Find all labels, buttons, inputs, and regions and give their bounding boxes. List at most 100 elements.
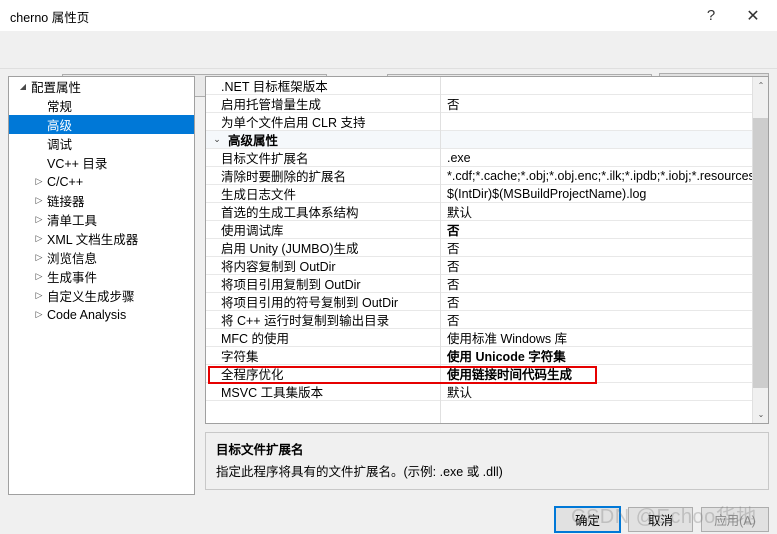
property-value-cell[interactable]: 否: [440, 293, 753, 310]
scroll-up-icon[interactable]: ⌃: [753, 77, 768, 94]
property-value-cell[interactable]: 默认: [440, 203, 753, 220]
tree-item-label: 生成事件: [47, 271, 98, 285]
collapsed-triangle-icon[interactable]: ▷: [31, 215, 47, 224]
property-name-cell: MFC 的使用: [221, 332, 290, 346]
tree-item-label: 自定义生成步骤: [47, 290, 135, 304]
tree-item-3[interactable]: 调试: [9, 134, 194, 153]
property-name-cell: 字符集: [221, 350, 259, 364]
scroll-down-icon[interactable]: ⌄: [753, 406, 768, 423]
property-value-cell[interactable]: .exe: [440, 149, 753, 166]
property-row[interactable]: .NET 目标框架版本: [206, 77, 753, 95]
tree-item-12[interactable]: ▷ Code Analysis: [9, 305, 194, 324]
property-row[interactable]: 清除时要删除的扩展名 *.cdf;*.cache;*.obj;*.obj.enc;…: [206, 167, 753, 185]
description-pane: 目标文件扩展名 指定此程序将具有的文件扩展名。(示例: .exe 或 .dll): [205, 432, 769, 490]
property-row[interactable]: 全程序优化 使用链接时间代码生成: [206, 365, 753, 383]
expanded-triangle-icon[interactable]: ◢: [15, 82, 31, 91]
property-row[interactable]: 将内容复制到 OutDir 否: [206, 257, 753, 275]
ok-button[interactable]: 确定: [554, 506, 621, 533]
help-icon[interactable]: ?: [691, 0, 731, 31]
property-name-cell: 目标文件扩展名: [221, 152, 309, 166]
collapsed-triangle-icon[interactable]: ▷: [31, 291, 47, 300]
collapsed-triangle-icon[interactable]: ▷: [31, 234, 47, 243]
property-name-cell: 启用 Unity (JUMBO)生成: [221, 242, 359, 256]
tree-item-8[interactable]: ▷ XML 文档生成器: [9, 229, 194, 248]
property-row[interactable]: 将项目引用复制到 OutDir 否: [206, 275, 753, 293]
property-value-cell[interactable]: [440, 77, 753, 94]
chevron-down-icon[interactable]: ⌄: [206, 134, 228, 145]
tree-item-9[interactable]: ▷ 浏览信息: [9, 248, 194, 267]
window-title: cherno 属性页: [10, 11, 90, 25]
property-name-cell: 清除时要删除的扩展名: [221, 170, 347, 184]
tree-item-0[interactable]: ◢ 配置属性: [9, 77, 194, 96]
configuration-tree[interactable]: ◢ 配置属性 常规 高级 调试 VC++ 目录 ▷ C/C++ ▷ 链接器 ▷ 清单工具 ▷ XML 文档…: [8, 76, 195, 495]
close-icon[interactable]: ✕: [733, 0, 773, 31]
property-row[interactable]: 将 C++ 运行时复制到输出目录 否: [206, 311, 753, 329]
property-name-cell: 将内容复制到 OutDir: [221, 260, 336, 274]
tree-item-label: XML 文档生成器: [47, 233, 139, 247]
property-row[interactable]: 生成日志文件 $(IntDir)$(MSBuildProjectName).log: [206, 185, 753, 203]
property-pages-dialog: cherno 属性页 ? ✕ 配置(C): Release ⌄ 平台(P): 活…: [0, 0, 777, 534]
tree-item-label: 调试: [47, 138, 73, 152]
property-row[interactable]: 为单个文件启用 CLR 支持: [206, 113, 753, 131]
scrollbar-thumb[interactable]: [753, 118, 768, 388]
tree-item-label: C/C++: [47, 174, 84, 189]
collapsed-triangle-icon[interactable]: ▷: [31, 253, 47, 262]
tree-item-4[interactable]: VC++ 目录: [9, 153, 194, 172]
property-value-cell[interactable]: 使用标准 Windows 库: [440, 329, 753, 346]
property-name-cell: 首选的生成工具体系结构: [221, 206, 359, 220]
property-value-cell[interactable]: 默认: [440, 383, 753, 400]
property-name-cell: 将项目引用的符号复制到 OutDir: [221, 296, 399, 310]
property-value-cell[interactable]: 使用链接时间代码生成: [440, 365, 753, 382]
property-row[interactable]: 启用托管增量生成 否: [206, 95, 753, 113]
property-row[interactable]: 将项目引用的符号复制到 OutDir 否: [206, 293, 753, 311]
collapsed-triangle-icon[interactable]: ▷: [31, 177, 47, 186]
property-row[interactable]: 目标文件扩展名 .exe: [206, 149, 753, 167]
tree-item-7[interactable]: ▷ 清单工具: [9, 210, 194, 229]
property-grid[interactable]: .NET 目标框架版本 启用托管增量生成否为单个文件启用 CLR 支持 ⌄ 高级属性目…: [205, 76, 769, 424]
property-name-cell: 全程序优化: [221, 368, 284, 382]
property-name-cell: .NET 目标框架版本: [221, 80, 328, 94]
property-value-cell[interactable]: [440, 113, 753, 130]
tree-item-6[interactable]: ▷ 链接器: [9, 191, 194, 210]
apply-button[interactable]: 应用(A): [701, 507, 769, 532]
description-title: 目标文件扩展名: [216, 443, 304, 457]
property-name-cell: MSVC 工具集版本: [221, 386, 324, 400]
tree-item-1[interactable]: 常规: [9, 96, 194, 115]
property-row[interactable]: 首选的生成工具体系结构 默认: [206, 203, 753, 221]
property-value-cell[interactable]: 否: [440, 275, 753, 292]
property-row[interactable]: 字符集 使用 Unicode 字符集: [206, 347, 753, 365]
property-value-cell[interactable]: 否: [440, 311, 753, 328]
tree-item-10[interactable]: ▷ 生成事件: [9, 267, 194, 286]
tree-item-label: 清单工具: [47, 214, 98, 228]
tree-item-11[interactable]: ▷ 自定义生成步骤: [9, 286, 194, 305]
collapsed-triangle-icon[interactable]: ▷: [31, 272, 47, 281]
property-category-row[interactable]: ⌄ 高级属性: [206, 131, 753, 149]
property-value-cell[interactable]: $(IntDir)$(MSBuildProjectName).log: [440, 185, 753, 202]
tree-item-label: Code Analysis: [47, 307, 127, 322]
property-value-cell[interactable]: *.cdf;*.cache;*.obj;*.obj.enc;*.ilk;*.ip…: [440, 167, 753, 184]
tree-item-5[interactable]: ▷ C/C++: [9, 172, 194, 191]
property-name-cell: ⌄ 高级属性: [206, 131, 439, 148]
property-row[interactable]: 启用 Unity (JUMBO)生成 否: [206, 239, 753, 257]
property-grid-scrollbar[interactable]: ⌃ ⌄: [752, 77, 768, 423]
property-value-cell[interactable]: 否: [440, 221, 753, 238]
property-name-cell: 启用托管增量生成: [221, 98, 322, 112]
property-row[interactable]: MFC 的使用 使用标准 Windows 库: [206, 329, 753, 347]
collapsed-triangle-icon[interactable]: ▷: [31, 310, 47, 319]
tree-item-label: VC++ 目录: [47, 157, 108, 171]
property-value-cell[interactable]: 否: [440, 257, 753, 274]
property-name-cell: 将 C++ 运行时复制到输出目录: [221, 314, 390, 328]
property-value-cell[interactable]: 否: [440, 239, 753, 256]
title-bar: cherno 属性页 ? ✕: [0, 0, 777, 31]
column-splitter[interactable]: [440, 77, 441, 423]
property-value-cell[interactable]: [440, 131, 753, 148]
collapsed-triangle-icon[interactable]: ▷: [31, 196, 47, 205]
property-value-cell[interactable]: 否: [440, 95, 753, 112]
property-value-cell[interactable]: 使用 Unicode 字符集: [440, 347, 753, 364]
tree-item-2[interactable]: 高级: [9, 115, 194, 134]
tree-item-label: 高级: [47, 119, 73, 133]
cancel-button[interactable]: 取消: [628, 507, 693, 532]
property-row[interactable]: MSVC 工具集版本 默认: [206, 383, 753, 401]
property-row[interactable]: 使用调试库 否: [206, 221, 753, 239]
property-name-cell: 为单个文件启用 CLR 支持: [221, 116, 366, 130]
